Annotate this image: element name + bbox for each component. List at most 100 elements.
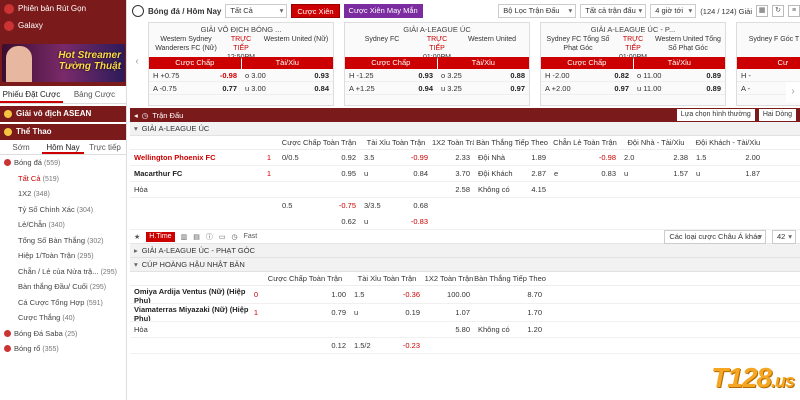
odds-cell[interactable]: 1.89 — [520, 150, 550, 165]
odds-cell[interactable]: 0.92 — [318, 150, 360, 165]
odds-cell[interactable]: -0.99 — [394, 150, 432, 165]
lines-select[interactable]: Hai Dòng — [758, 109, 796, 121]
sidebar-menu-item[interactable]: Cược Thắng (40) — [0, 310, 126, 326]
odds-cell[interactable]: -0.98 — [580, 150, 620, 165]
odds-cell[interactable]: 0.84 — [394, 166, 432, 181]
handicap-odds[interactable]: H - — [737, 69, 800, 81]
sidebar-menu-item[interactable]: Bàn thắng Đầu/ Cuối (295) — [0, 279, 126, 295]
odds-cell[interactable]: 0.95 — [318, 166, 360, 181]
odds-cell[interactable]: 5.80 — [424, 322, 474, 337]
hot-streamer-banner[interactable]: Hot Streamer Tường Thuật — [2, 44, 125, 82]
handicap-odds[interactable]: H -2.00 0.82 — [541, 69, 633, 81]
sidebar-menu-item[interactable]: 1X2 (348) — [0, 186, 126, 202]
odds-cell[interactable]: 1.57 — [650, 166, 692, 181]
stats-icon[interactable]: ▥ — [181, 233, 188, 241]
menu-item-label: Hiệp 1/Toàn Trận — [18, 251, 76, 260]
more-markets-select[interactable]: 42 — [772, 229, 796, 244]
sidebar-menu-item[interactable]: Bóng Đá Saba (25) — [0, 326, 126, 342]
odds-cell[interactable]: 3.70 — [432, 166, 474, 181]
odds-cell[interactable]: -0.83 — [394, 214, 432, 229]
sort-select[interactable]: Tất cả trận đấu — [580, 4, 647, 18]
odds-cell[interactable]: -0.23 — [384, 338, 424, 353]
odds-cell[interactable]: 100.00 — [424, 286, 474, 303]
odds-cell[interactable]: 2.38 — [650, 150, 692, 165]
ou-odds[interactable]: u 3.00 0.84 — [241, 82, 333, 94]
market-select[interactable]: Tất Cả — [225, 4, 288, 18]
odds-cell[interactable]: 8.70 — [516, 286, 546, 303]
tab-bet-table[interactable]: Bảng Cược — [63, 86, 126, 103]
odds-type-select[interactable]: Các loại cược Châu Á khác — [664, 229, 766, 244]
parlay-button[interactable]: Cược Xiên — [291, 4, 340, 18]
galaxy-link[interactable]: Galaxy — [0, 17, 126, 34]
featured-match-card[interactable]: GIẢI VÔ ĐỊCH BÓNG ... Western Sydney Wand… — [148, 22, 334, 106]
odds-cell[interactable]: 1.20 — [516, 322, 546, 337]
odds-cell[interactable]: 1.87 — [722, 166, 764, 181]
odds-cell[interactable]: 0.19 — [384, 304, 424, 321]
odds-cell[interactable]: 4.15 — [520, 182, 550, 197]
sidebar-menu-item[interactable]: Tỷ Số Chính Xác (304) — [0, 202, 126, 218]
odds-cell[interactable]: 0.68 — [394, 198, 432, 214]
sidebar-menu-item[interactable]: Tổng Số Bàn Thắng (302) — [0, 233, 126, 249]
league-header-aleague-corners[interactable]: ▸ GIẢI A-LEAGUE ÚC - PHẠT GÓC — [130, 244, 800, 258]
collapse-icon[interactable]: ◂ — [134, 111, 138, 120]
sidebar-menu-item[interactable]: Chẵn / Lẻ của Nửa trậ... (295) — [0, 264, 126, 280]
odds-cell[interactable]: 1.70 — [516, 304, 546, 321]
chart-icon[interactable]: ▤ — [193, 233, 200, 241]
league-header-aleague[interactable]: ▾ GIẢI A-LEAGUE ÚC — [130, 122, 800, 136]
tab-today[interactable]: Hôm Nay — [42, 140, 84, 154]
tab-live[interactable]: Trực tiếp — [84, 140, 126, 154]
refresh-icon[interactable]: ↻ — [772, 5, 784, 17]
sidebar-menu-item[interactable]: Lẻ/Chẵn (340) — [0, 217, 126, 233]
handicap-odds[interactable]: A +2.00 0.97 — [541, 82, 633, 94]
tab-early[interactable]: Sớm — [0, 140, 42, 154]
sidebar-menu-item[interactable]: Tất Cả (519) — [0, 171, 126, 187]
ou-odds[interactable]: o 11.00 0.89 — [633, 69, 725, 81]
asean-section[interactable]: Giải vô địch ASEAN — [0, 106, 126, 122]
handicap-odds[interactable]: A -0.75 0.77 — [149, 82, 241, 94]
info-icon[interactable]: ⓘ — [206, 232, 213, 242]
ou-odds[interactable]: o 3.25 0.88 — [437, 69, 529, 81]
match-filter-select[interactable]: Bộ Lọc Trận Đấu — [498, 4, 577, 18]
odds-cell[interactable]: 2.58 — [432, 182, 474, 197]
list-icon[interactable]: ≡ — [788, 5, 800, 17]
odds-cell[interactable]: 2.33 — [432, 150, 474, 165]
odds-cell[interactable]: 2.87 — [520, 166, 550, 181]
star-icon[interactable]: ★ — [134, 233, 140, 241]
odds-cell[interactable]: 1.07 — [424, 304, 474, 321]
sidebar-menu-item[interactable]: Cá Cược Tổng Hợp (591) — [0, 295, 126, 311]
sidebar-menu-item[interactable]: Bóng đá (559) — [0, 155, 126, 171]
odds-cell[interactable]: 0.83 — [580, 166, 620, 181]
odds-cell[interactable]: 0.79 — [300, 304, 350, 321]
featured-match-card[interactable]: GIẢI A-LEAGUE ÚCSydney FC TRỰC TIẾP01:00P… — [344, 22, 530, 106]
fast-label[interactable]: Fast — [244, 233, 258, 240]
ou-odds[interactable]: u 3.25 0.97 — [437, 82, 529, 94]
lucky-parlay-button[interactable]: Cược Xiên May Mắn — [343, 4, 423, 18]
view-select[interactable]: Lựa chọn hình thường — [676, 109, 755, 121]
history-icon[interactable]: ◷ — [231, 233, 237, 241]
odds-cell[interactable]: -0.36 — [384, 286, 424, 303]
sidebar-menu-item[interactable]: Bóng rổ (355) — [0, 341, 126, 357]
odds-cell[interactable]: 0.12 — [300, 338, 350, 353]
featured-match-card[interactable]: GIẢI A-LEAGUE ÚC - P... Sydney FC Tổng Số… — [540, 22, 726, 106]
time-select[interactable]: 4 giờ tới — [650, 4, 697, 18]
tab-bet-slip[interactable]: Phiếu Đặt Cược — [0, 86, 63, 103]
odds-cell[interactable]: -0.75 — [318, 198, 360, 214]
sidebar-menu-item[interactable]: Hiệp 1/Toàn Trận (295) — [0, 248, 126, 264]
short-version-link[interactable]: Phiên bản Rút Gọn — [0, 0, 126, 17]
sports-section[interactable]: Thể Thao — [0, 124, 126, 140]
odds-cell[interactable]: 2.00 — [722, 150, 764, 165]
card-market-headers: Cược Chấp Tài/Xỉu — [149, 57, 333, 69]
grid-icon[interactable]: ▦ — [756, 5, 768, 17]
handicap-odds[interactable]: H -1.25 0.93 — [345, 69, 437, 81]
tv-icon[interactable]: ▭ — [219, 233, 226, 241]
chevron-right-icon[interactable]: › — [786, 82, 800, 102]
menu-item-label: 1X2 — [18, 189, 32, 198]
chevron-left-icon[interactable]: ‹ — [130, 52, 144, 72]
handicap-odds[interactable]: H +0.75 -0.98 — [149, 69, 241, 81]
ou-odds[interactable]: u 11.00 0.89 — [633, 82, 725, 94]
odds-cell[interactable]: 0.62 — [318, 214, 360, 229]
ou-odds[interactable]: o 3.00 0.93 — [241, 69, 333, 81]
handicap-odds[interactable]: A +1.25 0.94 — [345, 82, 437, 94]
league-header-japan-cup[interactable]: ▾ CÚP HOÀNG HẬU NHẬT BẢN — [130, 258, 800, 272]
odds-cell[interactable]: 1.00 — [300, 286, 350, 303]
